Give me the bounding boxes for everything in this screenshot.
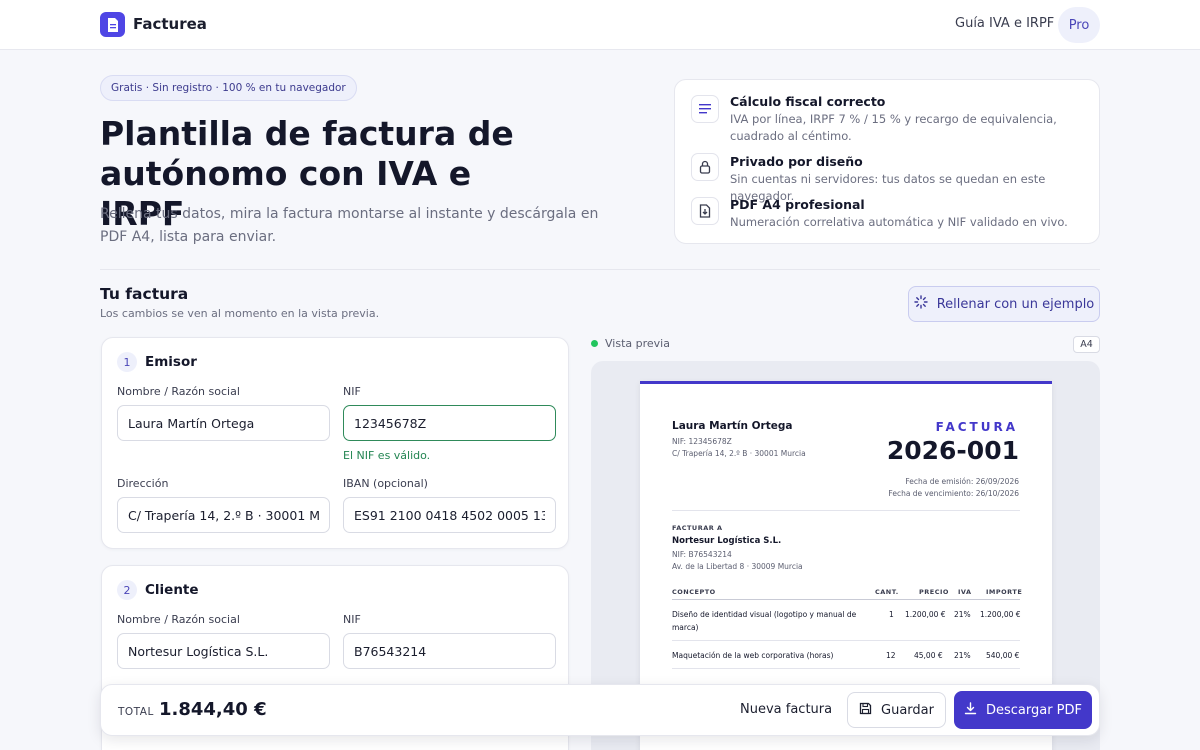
table-row-line [672,668,1020,669]
line-price: 45,00 € [914,651,943,660]
fill-example-button[interactable]: Rellenar con un ejemplo [908,286,1100,322]
feature-text: Numeración correlativa automática y NIF … [730,215,1068,229]
line-vat: 21% [954,610,971,619]
lock-icon [691,153,719,181]
preview-bill-to-label: FACTURAR A [672,524,723,532]
brand-name[interactable]: Facturea [133,15,207,33]
top-navigation-bar: Facturea Guía IVA e IRPF Pro [0,0,1200,50]
issuer-card: 1 Emisor Nombre / Razón social NIF El NI… [101,337,569,549]
preview-client-name: Nortesur Logística S.L. [672,536,782,546]
section-divider [100,269,1100,270]
column-header: PRECIO [919,588,949,596]
column-header: CANT. [875,588,899,596]
feature-title: Privado por diseño [730,154,863,169]
step-number: 1 [117,352,137,372]
total-value: 1.844,40 € [159,699,267,720]
line-price: 1.200,00 € [905,610,946,619]
floppy-disk-icon [859,702,872,719]
feature-title: PDF A4 profesional [730,197,865,212]
issuer-iban-input[interactable] [343,497,556,533]
line-amount: 1.200,00 € [980,610,1021,619]
column-header: CONCEPTO [672,588,716,596]
preview-issue-date: Fecha de emisión: 26/09/2026 [905,477,1019,486]
pro-button[interactable]: Pro [1058,7,1100,43]
guide-link[interactable]: Guía IVA e IRPF [955,16,1054,31]
line-concept: Diseño de identidad visual (logotipo y m… [672,610,857,619]
client-name-input[interactable] [117,633,330,669]
table-header-line [672,599,1020,600]
download-pdf-label: Descargar PDF [985,702,1083,718]
line-qty: 1 [889,610,894,619]
section-subtitle: Los cambios se ven al momento en la vist… [100,307,380,320]
issuer-iban-label: IBAN (opcional) [343,477,428,490]
issuer-address-label: Dirección [117,477,169,490]
file-download-icon [691,197,719,225]
preview-label-text: Vista previa [605,337,670,350]
preview-client-nif: NIF: B76543214 [672,550,732,559]
line-vat: 21% [954,651,971,660]
hero-badge: Gratis · Sin registro · 100 % en tu nave… [100,75,357,101]
preview-label: Vista previa [591,337,670,350]
step-number: 2 [117,580,137,600]
line-amount: 540,00 € [986,651,1020,660]
client-nif-label: NIF [343,613,361,626]
preview-due-date: Fecha de vencimiento: 26/10/2026 [888,489,1019,498]
preview-doc-type: FACTURA [935,420,1018,434]
feature-text: IVA por línea, IRPF 7 % / 15 % y recargo… [730,112,1057,143]
preview-client-address: Av. de la Libertad 8 · 30009 Murcia [672,562,803,571]
lines-icon [691,95,719,123]
fill-example-label: Rellenar con un ejemplo [936,296,1095,312]
document-icon[interactable] [100,12,125,37]
issuer-name-input[interactable] [117,405,330,441]
hero-subtitle: Rellena tus datos, mira la factura monta… [100,206,599,245]
column-header: IMPORTE [986,588,1023,596]
download-icon [964,701,977,719]
preview-doc-number: 2026-001 [886,436,1019,465]
line-concept-cont: marca) [672,623,699,632]
save-button[interactable]: Guardar [847,692,946,728]
new-invoice-button[interactable]: Nueva factura [740,702,832,717]
format-badge: A4 [1073,336,1100,353]
column-header: IVA [958,588,972,596]
preview-issuer-name: Laura Martín Ortega [672,420,793,432]
client-nif-input[interactable] [343,633,556,669]
features-card: Cálculo fiscal correcto IVA por línea, I… [674,79,1100,244]
line-qty: 12 [886,651,896,660]
issuer-title: Emisor [145,354,197,370]
bottom-action-bar: TOTAL 1.844,40 € Nueva factura Guardar D… [100,684,1100,736]
save-label: Guardar [881,702,934,718]
live-dot-icon [591,340,598,347]
issuer-nif-label: NIF [343,385,361,398]
download-pdf-button[interactable]: Descargar PDF [954,691,1092,729]
issuer-address-input[interactable] [117,497,330,533]
table-row-line [672,640,1020,641]
line-concept: Maquetación de la web corporativa (horas… [672,651,834,660]
feature-title: Cálculo fiscal correcto [730,94,886,109]
total-label: TOTAL [118,706,154,718]
preview-issuer-address: C/ Trapería 14, 2.º B · 30001 Murcia [672,449,806,458]
issuer-name-label: Nombre / Razón social [117,385,240,398]
issuer-nif-input[interactable] [343,405,556,441]
preview-issuer-nif: NIF: 12345678Z [672,437,732,446]
client-title: Cliente [145,582,199,598]
client-name-label: Nombre / Razón social [117,613,240,626]
preview-separator [672,510,1020,511]
nif-valid-message: El NIF es válido. [343,449,431,462]
section-title: Tu factura [100,285,189,303]
spinner-icon [914,295,928,313]
